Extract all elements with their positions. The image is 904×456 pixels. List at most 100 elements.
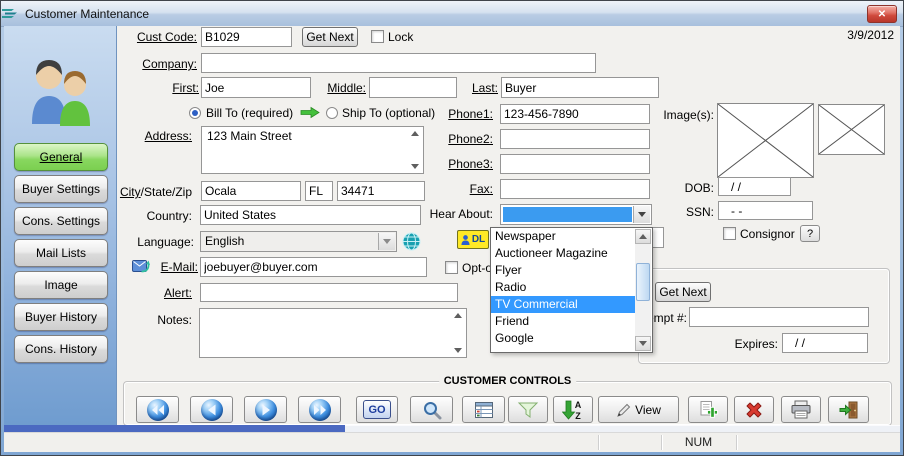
- combo-arrow-button[interactable]: [378, 233, 395, 250]
- previous-record-icon: [201, 399, 223, 421]
- email-input[interactable]: [200, 257, 427, 277]
- hear-about-dropdown-list[interactable]: Newspaper Auctioneer Magazine Flyer Radi…: [490, 227, 653, 353]
- cust-code-input[interactable]: [201, 27, 292, 47]
- close-button[interactable]: ✕: [867, 5, 897, 23]
- delete-record-button[interactable]: [734, 396, 774, 423]
- image-x-icon: [718, 104, 813, 177]
- fax-input[interactable]: [500, 179, 650, 199]
- last-name-label: Last:: [436, 81, 498, 95]
- fax-label: Fax:: [393, 182, 493, 196]
- search-icon: [422, 400, 442, 420]
- help-button[interactable]: ?: [800, 225, 820, 242]
- consignor-checkbox[interactable]: [723, 227, 736, 240]
- dropdown-option[interactable]: Friend: [491, 313, 635, 330]
- last-record-icon: [309, 399, 331, 421]
- drivers-license-button[interactable]: DL: [457, 230, 489, 249]
- dropdown-option[interactable]: Auctioneer Magazine: [491, 245, 635, 262]
- image-placeholder-large[interactable]: [717, 103, 814, 178]
- sort-az-button[interactable]: A Z: [553, 396, 593, 423]
- language-combobox[interactable]: English: [200, 231, 397, 252]
- svg-text:Z: Z: [575, 411, 581, 421]
- dropdown-option[interactable]: Flyer: [491, 262, 635, 279]
- lock-checkbox[interactable]: [371, 30, 384, 43]
- printer-icon: [790, 400, 812, 419]
- expires-input[interactable]: [782, 333, 868, 353]
- images-label: Image(s):: [654, 108, 714, 122]
- city-state-zip-label: City/State/Zip: [44, 185, 192, 199]
- dropdown-option[interactable]: Newspaper: [491, 228, 635, 245]
- dropdown-scrollbar[interactable]: [635, 229, 651, 351]
- exit-button[interactable]: [828, 396, 869, 423]
- phone3-input[interactable]: [500, 154, 650, 174]
- address-textarea[interactable]: 123 Main Street: [201, 126, 424, 174]
- pencil-icon: [616, 402, 632, 418]
- scroll-down-button[interactable]: [635, 336, 651, 351]
- selection-highlight: [503, 207, 632, 222]
- notes-textarea[interactable]: [199, 308, 467, 358]
- sidebar-item-general[interactable]: General: [14, 143, 108, 171]
- sidebar-item-cons-history[interactable]: Cons. History: [14, 335, 108, 363]
- bill-to-label: Bill To (required): [206, 106, 293, 120]
- search-button[interactable]: [410, 396, 453, 423]
- add-record-button[interactable]: [688, 396, 728, 423]
- sidebar-item-label: Image: [44, 278, 77, 292]
- bill-to-radio[interactable]: [189, 107, 201, 119]
- image-placeholder-small[interactable]: [818, 104, 885, 155]
- ssn-input[interactable]: [718, 201, 813, 220]
- scroll-thumb[interactable]: [636, 263, 650, 301]
- tax-get-next-button[interactable]: Get Next: [655, 282, 711, 302]
- company-input[interactable]: [201, 53, 596, 73]
- nav-first-button[interactable]: [136, 396, 179, 423]
- sidebar-item-image[interactable]: Image: [14, 271, 108, 299]
- sidebar-item-buyer-history[interactable]: Buyer History: [14, 303, 108, 331]
- view-button[interactable]: View: [598, 396, 679, 423]
- ship-to-radio[interactable]: [326, 107, 338, 119]
- consignor-label: Consignor: [740, 227, 795, 241]
- alert-input[interactable]: [200, 283, 458, 302]
- alert-label: Alert:: [124, 286, 192, 300]
- customer-controls-title: CUSTOMER CONTROLS: [439, 375, 577, 387]
- dropdown-option[interactable]: Radio: [491, 279, 635, 296]
- hear-about-combobox[interactable]: [500, 204, 652, 225]
- dl-label: DL: [472, 235, 485, 245]
- state-input[interactable]: [305, 181, 333, 201]
- sidebar-item-label: General: [40, 150, 83, 164]
- last-name-input[interactable]: [501, 77, 659, 98]
- title-bar[interactable]: Customer Maintenance ✕: [1, 1, 903, 27]
- globe-icon[interactable]: [402, 232, 421, 251]
- phone1-label: Phone1:: [393, 107, 493, 121]
- scroll-up-button[interactable]: [635, 229, 651, 244]
- middle-name-label: Middle:: [304, 81, 366, 95]
- go-button[interactable]: GO: [356, 396, 398, 423]
- sidebar-item-label: Mail Lists: [36, 246, 86, 260]
- add-plus-icon: [698, 400, 718, 420]
- image-x-icon: [819, 105, 884, 154]
- nav-last-button[interactable]: [298, 396, 341, 423]
- get-next-button[interactable]: Get Next: [302, 27, 358, 47]
- green-arrow-icon: [300, 106, 320, 119]
- country-input[interactable]: [200, 205, 421, 225]
- nav-next-button[interactable]: [244, 396, 287, 423]
- phone2-input[interactable]: [500, 129, 650, 149]
- go-icon: GO: [363, 400, 391, 419]
- first-name-input[interactable]: [201, 77, 311, 98]
- app-icon: [1, 6, 18, 22]
- first-record-icon: [147, 399, 169, 421]
- scroll-up-icon[interactable]: [454, 313, 462, 318]
- print-button[interactable]: [781, 396, 821, 423]
- nav-prev-button[interactable]: [190, 396, 233, 423]
- filter-button[interactable]: [508, 396, 548, 423]
- scroll-down-icon[interactable]: [454, 348, 462, 353]
- exempt-number-input[interactable]: [689, 307, 869, 327]
- phone1-input[interactable]: [500, 104, 650, 124]
- city-input[interactable]: [201, 181, 301, 201]
- dropdown-option[interactable]: Google: [491, 330, 635, 347]
- opt-out-checkbox[interactable]: [445, 261, 458, 274]
- svg-text:A: A: [575, 400, 582, 410]
- dob-input[interactable]: [718, 177, 791, 196]
- delete-x-icon: [744, 400, 764, 420]
- dropdown-option-highlighted[interactable]: TV Commercial: [491, 296, 635, 313]
- combo-arrow-button[interactable]: [633, 206, 650, 223]
- browse-list-button[interactable]: [462, 396, 505, 423]
- content-area: General Buyer Settings Cons. Settings Ma…: [4, 26, 900, 425]
